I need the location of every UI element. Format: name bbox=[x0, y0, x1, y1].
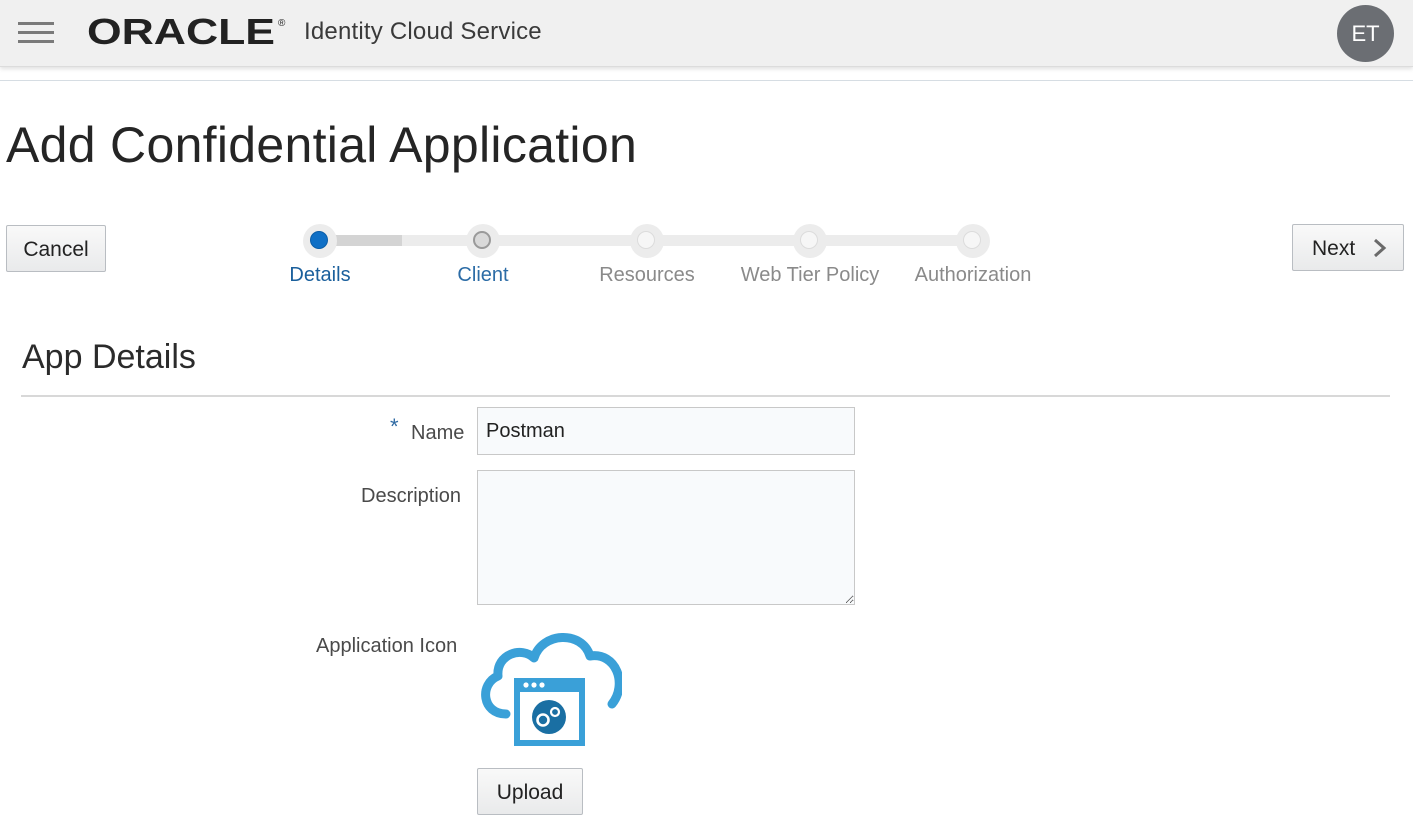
cloud-application-icon bbox=[481, 633, 622, 746]
train-label-authorization[interactable]: Authorization bbox=[915, 264, 1032, 287]
application-icon-label: Application Icon bbox=[316, 635, 458, 657]
section-title: App Details bbox=[22, 338, 196, 376]
page-title: Add Confidential Application bbox=[6, 117, 638, 173]
step-unvisited-dot bbox=[800, 231, 818, 249]
cancel-button[interactable]: Cancel bbox=[6, 225, 106, 272]
svg-text:ORACLE: ORACLE bbox=[87, 12, 275, 52]
train-step-details[interactable] bbox=[303, 224, 337, 258]
hamburger-menu-icon[interactable] bbox=[18, 20, 54, 46]
next-button[interactable]: Next bbox=[1292, 224, 1404, 271]
step-unvisited-dot bbox=[637, 231, 655, 249]
train-label-client[interactable]: Client bbox=[457, 264, 508, 287]
train-step-resources[interactable] bbox=[630, 224, 664, 258]
product-name: Identity Cloud Service bbox=[304, 18, 542, 45]
chevron-right-icon bbox=[1374, 238, 1387, 258]
train-step-authorization[interactable] bbox=[956, 224, 990, 258]
user-avatar[interactable]: ET bbox=[1337, 5, 1394, 62]
section-divider bbox=[21, 395, 1390, 397]
train-label-resources[interactable]: Resources bbox=[599, 264, 695, 287]
top-header: ORACLE ® Identity Cloud Service ET bbox=[0, 0, 1413, 67]
name-field[interactable] bbox=[477, 407, 855, 455]
upload-button[interactable]: Upload bbox=[477, 768, 583, 815]
train-step-web-tier-policy[interactable] bbox=[793, 224, 827, 258]
svg-text:®: ® bbox=[278, 18, 286, 29]
train-label-details[interactable]: Details bbox=[289, 264, 350, 287]
step-visited-dot bbox=[473, 231, 491, 249]
required-indicator: * bbox=[390, 414, 399, 439]
description-field[interactable] bbox=[477, 470, 855, 605]
header-divider bbox=[0, 80, 1413, 81]
oracle-logo: ORACLE ® bbox=[87, 12, 286, 52]
train-label-web-tier-policy[interactable]: Web Tier Policy bbox=[741, 264, 880, 287]
train-step-client[interactable] bbox=[466, 224, 500, 258]
name-label: Name bbox=[411, 422, 465, 444]
next-button-label: Next bbox=[1312, 237, 1356, 260]
step-active-dot bbox=[310, 231, 328, 249]
step-unvisited-dot bbox=[963, 231, 981, 249]
description-label: Description bbox=[361, 485, 462, 507]
